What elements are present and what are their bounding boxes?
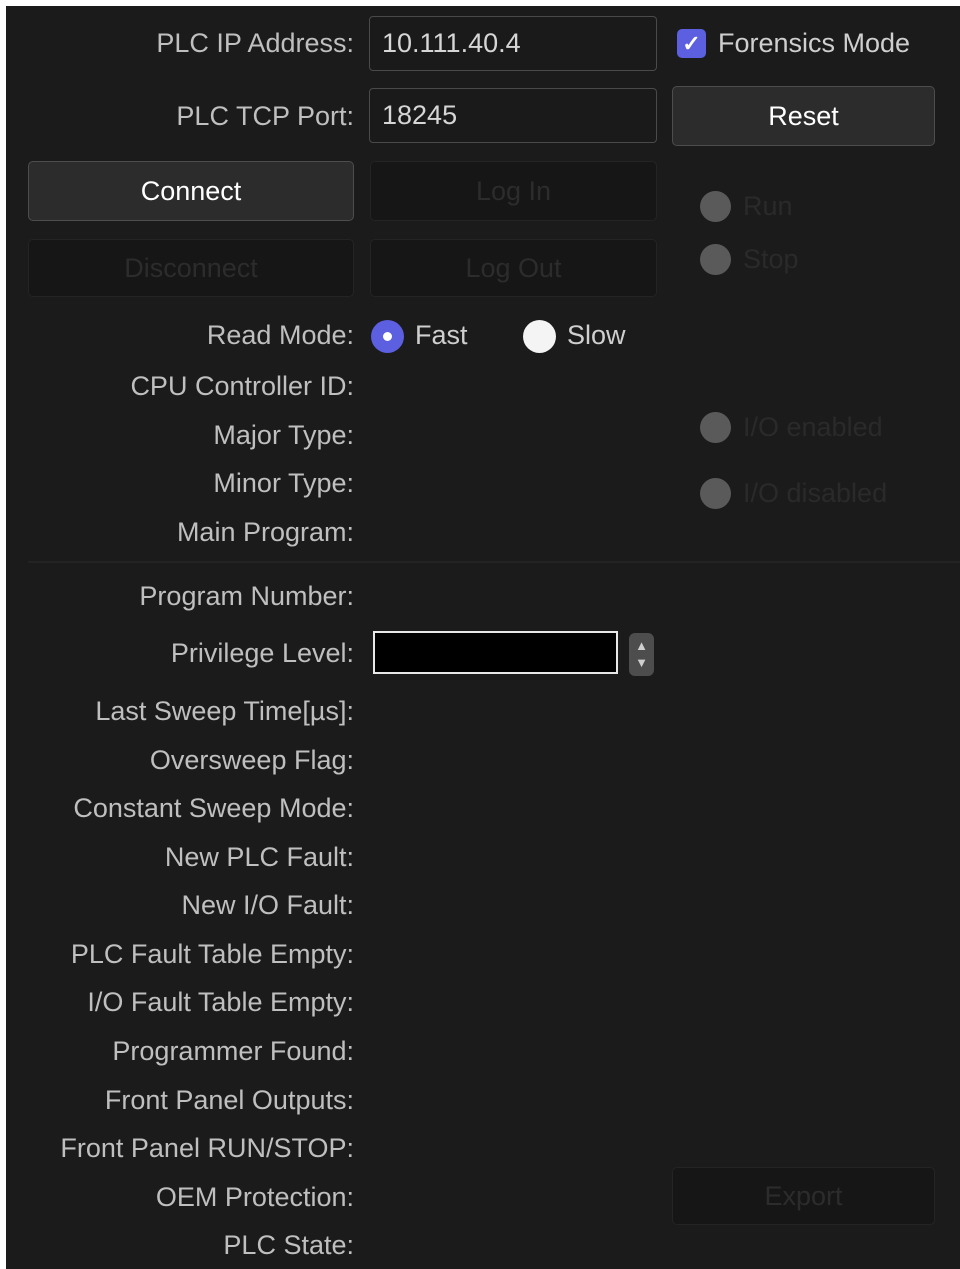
read-mode-slow-radio[interactable] (523, 320, 556, 353)
io-enabled-indicator (700, 412, 731, 443)
reset-button[interactable]: Reset (672, 86, 935, 146)
io-fault-table-empty-label: I/O Fault Table Empty: (87, 987, 354, 1017)
read-mode-fast-label: Fast (415, 320, 468, 350)
section-divider (28, 561, 960, 563)
stop-label: Stop (743, 244, 799, 274)
cpu-controller-id-label: CPU Controller ID: (130, 371, 354, 401)
stepper-down-icon[interactable]: ▼ (629, 654, 654, 671)
new-io-fault-label: New I/O Fault: (181, 890, 354, 920)
run-label: Run (743, 191, 793, 221)
forensics-mode-checkbox[interactable]: ✓ (677, 29, 706, 58)
constant-sweep-mode-label: Constant Sweep Mode: (73, 793, 354, 823)
io-disabled-label: I/O disabled (743, 478, 888, 508)
connect-button[interactable]: Connect (28, 161, 354, 221)
tcp-port-input[interactable]: 18245 (369, 88, 657, 143)
program-number-label: Program Number: (139, 581, 354, 611)
disconnect-button[interactable]: Disconnect (28, 239, 354, 297)
stepper-up-icon[interactable]: ▲ (629, 637, 654, 654)
ip-address-label: PLC IP Address: (156, 28, 354, 58)
tcp-port-label: PLC TCP Port: (176, 101, 354, 131)
run-indicator (700, 191, 731, 222)
log-out-button[interactable]: Log Out (370, 239, 657, 297)
read-mode-label: Read Mode: (206, 320, 354, 350)
oversweep-flag-label: Oversweep Flag: (149, 745, 354, 775)
log-in-button[interactable]: Log In (370, 161, 657, 221)
programmer-found-label: Programmer Found: (112, 1036, 354, 1066)
main-program-label: Main Program: (176, 517, 354, 547)
oem-protection-label: OEM Protection: (155, 1182, 354, 1212)
new-plc-fault-label: New PLC Fault: (164, 842, 354, 872)
stop-indicator (700, 244, 731, 275)
minor-type-label: Minor Type: (213, 468, 354, 498)
io-enabled-label: I/O enabled (743, 412, 883, 442)
privilege-level-input[interactable] (373, 631, 618, 674)
plc-state-label: PLC State: (223, 1230, 354, 1260)
last-sweep-time-label: Last Sweep Time[µs]: (95, 696, 354, 726)
privilege-level-label: Privilege Level: (170, 638, 354, 668)
read-mode-slow-label: Slow (567, 320, 626, 350)
read-mode-fast-radio[interactable] (371, 320, 404, 353)
major-type-label: Major Type: (213, 420, 354, 450)
privilege-level-stepper[interactable]: ▲ ▼ (629, 633, 654, 676)
plc-fault-table-empty-label: PLC Fault Table Empty: (70, 939, 354, 969)
ip-address-input[interactable]: 10.111.40.4 (369, 16, 657, 71)
front-panel-outputs-label: Front Panel Outputs: (104, 1085, 354, 1115)
io-disabled-indicator (700, 478, 731, 509)
export-button[interactable]: Export (672, 1167, 935, 1225)
front-panel-run-stop-label: Front Panel RUN/STOP: (60, 1133, 354, 1163)
forensics-mode-label: Forensics Mode (718, 28, 911, 58)
